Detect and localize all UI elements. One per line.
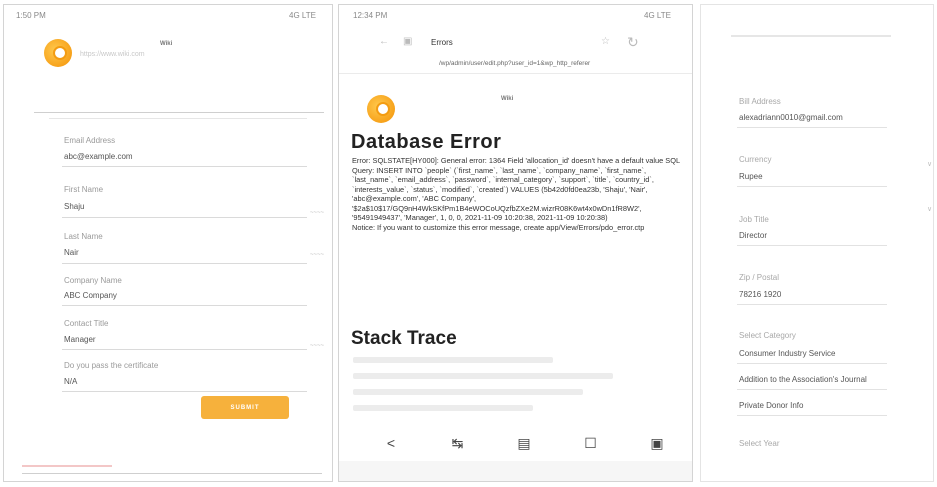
bill-address-value[interactable]: alexadriann0010@gmail.com [739,113,843,122]
back-arrow-icon[interactable]: ← [379,36,389,47]
currency-label: Currency [739,155,772,164]
select-year-label: Select Year [739,439,780,448]
toolbar-divider [339,73,692,74]
category-option-3[interactable]: Private Donor Info [739,401,803,410]
status-time: 12:34 PM [353,11,388,20]
nav-back-button[interactable]: < [379,435,403,452]
email-label: Email Address [64,136,116,145]
company-value[interactable]: ABC Company [64,291,117,300]
certificate-underline [62,391,307,392]
first-name-value[interactable]: Shaju [64,202,84,211]
category-option-1[interactable]: Consumer Industry Service [739,349,835,358]
first-name-underline [62,217,307,218]
field-underline [737,245,887,246]
nav-home-button[interactable]: ☐ [579,435,603,452]
company-label: Company Name [64,276,122,285]
job-title-label: Job Title [739,215,769,224]
field-underline [737,389,887,390]
chevron-down-icon[interactable]: ∨ [927,160,932,168]
zip-value[interactable]: 78216 1920 [739,290,781,299]
last-name-value[interactable]: Nair [64,248,79,257]
error-underline [22,465,112,467]
side-mark-1: ~~~~ [310,210,325,216]
bill-address-label: Bill Address [739,97,781,106]
field-underline [737,415,887,416]
certificate-label: Do you pass the certificate [64,361,159,370]
header-divider [34,112,324,113]
field-underline [737,304,887,305]
category-label: Select Category [739,331,796,340]
stack-line [353,373,613,379]
error-detail: Error: SQLSTATE[HY000]: General error: 1… [352,156,680,222]
status-signal: 4G LTE [289,11,316,20]
first-name-label: First Name [64,185,104,194]
contact-title-value[interactable]: Manager [64,335,96,344]
logo-label: Wiki [160,41,173,47]
contact-title-underline [62,349,307,350]
app-logo-icon [367,95,395,123]
tab-icon[interactable]: ▣ [403,36,412,47]
database-error-screen: 12:34 PM 4G LTE ← ▣ Errors ☆ ↻ /wp/admin… [338,4,693,482]
status-signal: 4G LTE [644,11,671,20]
tab-title: Errors [431,38,453,47]
job-title-value[interactable]: Director [739,231,767,240]
error-notice: Notice: If you want to customize this er… [352,222,645,232]
registration-form-screen: 1:50 PM 4G LTE Wiki https://www.wiki.com… [3,4,333,482]
email-underline [62,166,307,167]
side-mark-2: ~~~~ [310,252,325,258]
system-nav-area [339,461,692,481]
field-underline [737,363,887,364]
zip-label: Zip / Postal [739,273,780,282]
field-underline [737,186,887,187]
app-logo-icon [44,39,72,67]
refresh-icon[interactable]: ↻ [627,34,639,51]
nav-tabs-button[interactable]: ▣ [645,435,669,452]
browser-nav-bar: < ↹ ▤ ☐ ▣ [379,435,669,452]
logo-label: Wiki [501,96,514,102]
error-title: Database Error [351,131,502,153]
field-underline [737,127,887,128]
email-value[interactable]: abc@example.com [64,152,133,161]
stack-line [353,405,533,411]
logo-subtitle: https://www.wiki.com [80,51,145,58]
stack-trace-title: Stack Trace [351,328,457,349]
currency-value[interactable]: Rupee [739,172,763,181]
details-screen: Bill Address alexadriann0010@gmail.com C… [700,4,934,482]
company-underline [62,305,307,306]
last-name-label: Last Name [64,232,103,241]
header-divider-2 [49,118,307,119]
header-bar [731,35,891,37]
category-option-2[interactable]: Addition to the Association's Journal [739,375,867,384]
nav-menu-button[interactable]: ▤ [512,435,536,452]
contact-title-label: Contact Title [64,319,109,328]
chevron-down-icon[interactable]: ∨ [927,205,932,213]
side-mark-3: ~~~~ [310,343,325,349]
bottom-divider [22,473,322,474]
star-icon[interactable]: ☆ [601,36,610,47]
stack-line [353,389,583,395]
last-name-underline [62,263,307,264]
url-bar[interactable]: /wp/admin/user/edit.php?user_id=1&wp_htt… [439,60,687,67]
submit-button[interactable]: SUBMIT [201,396,289,419]
error-message: Error: SQLSTATE[HY000]: General error: 1… [352,156,687,232]
stack-line [353,357,553,363]
nav-forward-button[interactable]: ↹ [446,435,470,452]
certificate-value[interactable]: N/A [64,377,77,386]
status-time: 1:50 PM [16,11,46,20]
